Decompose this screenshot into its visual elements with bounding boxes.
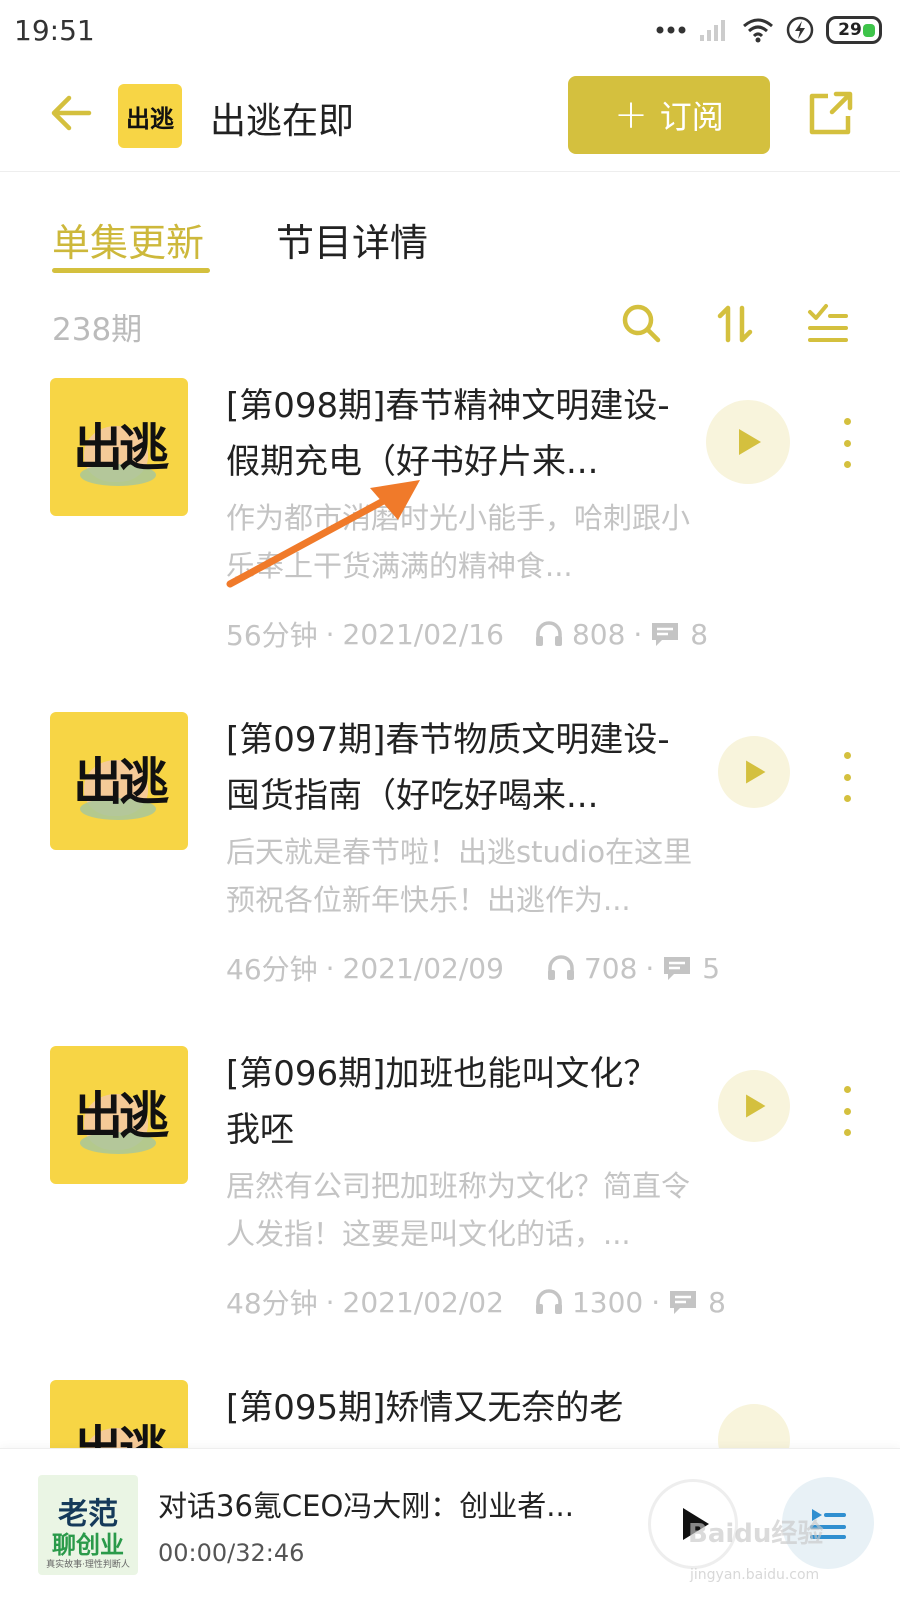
- cover-logo-text: 出逃: [73, 1086, 169, 1145]
- battery-indicator: 29: [826, 16, 882, 44]
- episode-item[interactable]: 出逃 [第098期]春节精神文明建设-假期充电（好书好片来... 作为都市消磨时…: [0, 378, 900, 698]
- episode-item[interactable]: 出逃 [第097期]春节物质文明建设-囤货指南（好吃好喝来... 后天就是春节啦…: [0, 712, 900, 1032]
- now-playing-title[interactable]: 对话36氪CEO冯大刚：创业者...: [158, 1483, 598, 1525]
- back-button[interactable]: [44, 86, 98, 140]
- status-time: 19:51: [14, 14, 95, 47]
- episode-title[interactable]: [第096期]加班也能叫文化？我呸: [226, 1046, 686, 1158]
- meta-separator: ·: [325, 951, 335, 985]
- episode-title[interactable]: [第095期]矫情又无奈的老: [226, 1380, 686, 1436]
- more-options-button[interactable]: [834, 752, 860, 802]
- cover-logo-text: 出逃: [73, 418, 169, 477]
- sort-icon: [717, 305, 753, 343]
- podcast-title: 出逃在即: [210, 101, 355, 142]
- play-button[interactable]: [706, 400, 790, 484]
- episode-date: 2021/02/02: [342, 1285, 504, 1319]
- episode-description: 作为都市消磨时光小能手，哈刺跟小乐奉上干货满满的精神食...: [226, 501, 691, 583]
- watermark-url: jingyan.baidu.com: [690, 1567, 820, 1583]
- tab-episode-updates[interactable]: 单集更新: [52, 212, 204, 267]
- play-icon: [746, 1094, 766, 1118]
- play-icon: [739, 429, 761, 455]
- more-options-button[interactable]: [834, 1086, 860, 1136]
- comment-icon: [652, 623, 679, 646]
- status-bar: 19:51 29: [0, 0, 900, 62]
- share-icon: [809, 91, 853, 135]
- play-button[interactable]: [718, 1070, 790, 1142]
- episode-plays: 808: [571, 617, 626, 651]
- batch-select-button[interactable]: [804, 300, 852, 348]
- cover-line-2: 聊创业: [52, 1530, 124, 1559]
- episode-duration: 48分钟: [226, 1287, 318, 1320]
- tab-program-details[interactable]: 节目详情: [276, 212, 428, 267]
- mini-player: 老范 聊创业 真实故事·理性判断人 对话36氪CEO冯大刚：创业者... 00:…: [0, 1448, 900, 1600]
- sort-button[interactable]: [712, 300, 760, 348]
- plus-icon: +: [614, 92, 648, 138]
- episode-cover[interactable]: 出逃: [50, 712, 188, 850]
- episode-item[interactable]: 出逃 [第096期]加班也能叫文化？我呸 居然有公司把加班称为文化？简直令人发指…: [0, 1046, 900, 1366]
- back-arrow-icon: [51, 95, 92, 131]
- episode-item[interactable]: 出逃 [第095期]矫情又无奈的老: [0, 1380, 900, 1448]
- episode-meta: 48分钟 · 2021/02/02 1300 · 8: [226, 1282, 726, 1322]
- episode-comments: 8: [708, 1285, 726, 1319]
- episode-cover[interactable]: 出逃: [50, 1046, 188, 1184]
- battery-fill: [863, 24, 875, 37]
- checklist-icon: [808, 304, 848, 342]
- meta-separator: ·: [645, 951, 655, 985]
- subscribe-label: 订阅: [659, 98, 724, 136]
- episode-count: 238期: [52, 312, 143, 348]
- headphones-icon: [535, 621, 562, 646]
- episode-plays: 1300: [571, 1285, 644, 1319]
- episode-meta: 56分钟 · 2021/02/16 808 · 8: [226, 614, 726, 654]
- headphones-icon: [547, 955, 574, 980]
- wifi-icon: [743, 18, 773, 43]
- meta-separator: ·: [633, 617, 643, 651]
- status-icons: 29: [656, 14, 882, 46]
- episode-description: 居然有公司把加班称为文化？简直令人发指！这要是叫文化的话，...: [226, 1169, 691, 1251]
- share-button[interactable]: [804, 88, 856, 140]
- search-button[interactable]: [618, 300, 666, 348]
- episode-duration: 46分钟: [226, 953, 318, 986]
- tab-bar: 单集更新 节目详情: [0, 172, 900, 273]
- episode-date: 2021/02/09: [342, 951, 504, 985]
- episode-comments: 5: [702, 951, 721, 985]
- now-playing-cover[interactable]: 老范 聊创业 真实故事·理性判断人: [38, 1475, 138, 1575]
- episode-title[interactable]: [第098期]春节精神文明建设-假期充电（好书好片来...: [226, 378, 686, 490]
- episode-comments: 8: [690, 617, 709, 651]
- episode-cover[interactable]: 出逃: [50, 1380, 188, 1448]
- episode-date: 2021/02/16: [342, 617, 504, 651]
- play-button[interactable]: [718, 736, 790, 808]
- episode-duration: 56分钟: [226, 619, 318, 652]
- active-tab-indicator: [52, 268, 210, 273]
- more-options-button[interactable]: [834, 418, 860, 468]
- cover-logo-text: 出逃: [73, 752, 169, 811]
- list-toolbar: 238期: [0, 290, 900, 360]
- cover-line-3: 真实故事·理性判断人: [46, 1560, 130, 1570]
- comment-icon: [670, 1291, 697, 1314]
- episode-plays: 708: [583, 951, 638, 985]
- headphones-icon: [535, 1289, 562, 1314]
- episode-meta: 46分钟 · 2021/02/09 708 · 5: [226, 948, 726, 988]
- meta-separator: ·: [325, 1285, 335, 1319]
- play-icon: [746, 760, 766, 784]
- episode-cover[interactable]: 出逃: [50, 378, 188, 516]
- more-dots-icon: [656, 26, 686, 34]
- battery-level: 29: [838, 20, 862, 40]
- now-playing-time: 00:00/32:46: [158, 1539, 305, 1567]
- cover-logo-text: 出逃: [50, 1410, 188, 1448]
- meta-separator: ·: [651, 1285, 661, 1319]
- meta-separator: ·: [325, 617, 335, 651]
- app-header: 出逃 出逃在即 + 订阅: [0, 62, 900, 172]
- comment-icon: [664, 957, 691, 980]
- watermark-text: Baidu经验: [688, 1519, 824, 1549]
- signal-icon: [700, 20, 725, 41]
- episode-title[interactable]: [第097期]春节物质文明建设-囤货指南（好吃好喝来...: [226, 712, 686, 824]
- subscribe-button[interactable]: + 订阅: [568, 76, 770, 154]
- podcast-logo[interactable]: 出逃: [118, 84, 182, 148]
- search-icon: [622, 304, 661, 343]
- episode-description: 后天就是春节啦！出逃studio在这里预祝各位新年快乐！出逃作为...: [226, 835, 693, 917]
- charging-icon: [786, 16, 814, 44]
- play-button[interactable]: [718, 1404, 790, 1448]
